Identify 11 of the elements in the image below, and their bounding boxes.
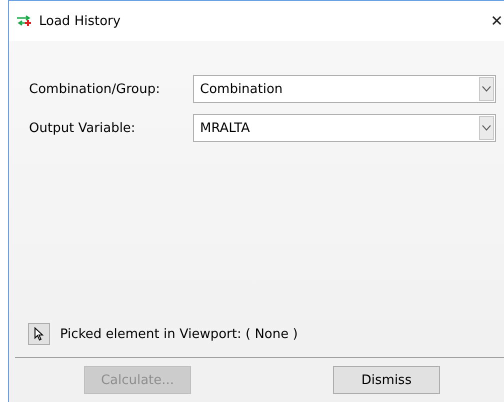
arrows-icon [15, 15, 33, 27]
picked-element-text: Picked element in Viewport: ( None ) [60, 326, 298, 342]
dismiss-button[interactable]: Dismiss [333, 366, 440, 394]
dropdown[interactable]: Combination [193, 75, 496, 103]
field-label: Combination/Group: [29, 82, 162, 96]
dropdown[interactable]: MRALTA [193, 114, 496, 142]
pointer-pick-button[interactable] [28, 323, 50, 345]
pointer-icon [34, 327, 44, 341]
field-label: Output Variable: [29, 120, 136, 136]
window-title: Load History [39, 14, 121, 28]
close-button[interactable]: ✕ [487, 12, 504, 30]
